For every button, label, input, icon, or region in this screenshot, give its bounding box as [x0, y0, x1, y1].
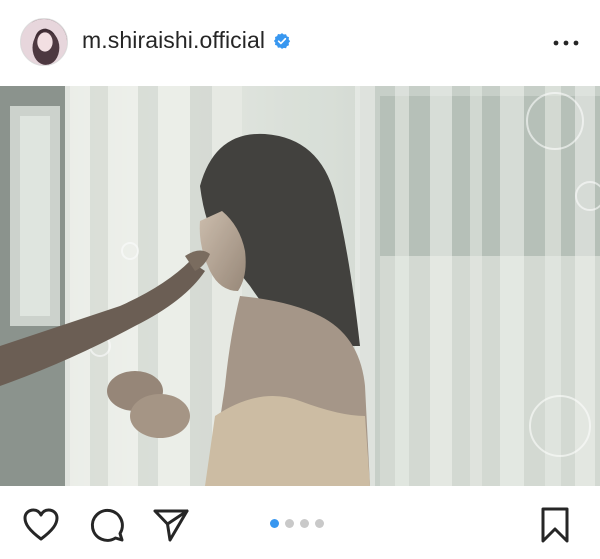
carousel-dot-2 [285, 519, 294, 528]
post-photo[interactable] [0, 86, 600, 486]
heart-icon[interactable] [22, 506, 60, 544]
carousel-indicator [270, 519, 324, 528]
more-options-icon[interactable] [552, 34, 580, 52]
post-header: m.shiraishi.official [0, 0, 600, 86]
bookmark-icon[interactable] [536, 506, 574, 544]
comment-icon[interactable] [88, 506, 126, 544]
username[interactable]: m.shiraishi.official [82, 27, 265, 54]
username-block[interactable]: m.shiraishi.official [82, 27, 291, 54]
post-actions [0, 486, 600, 559]
send-icon[interactable] [152, 506, 190, 544]
carousel-dot-1 [270, 519, 279, 528]
carousel-dot-3 [300, 519, 309, 528]
profile-avatar[interactable] [20, 18, 68, 66]
carousel-dot-4 [315, 519, 324, 528]
verified-badge-icon [273, 32, 291, 49]
